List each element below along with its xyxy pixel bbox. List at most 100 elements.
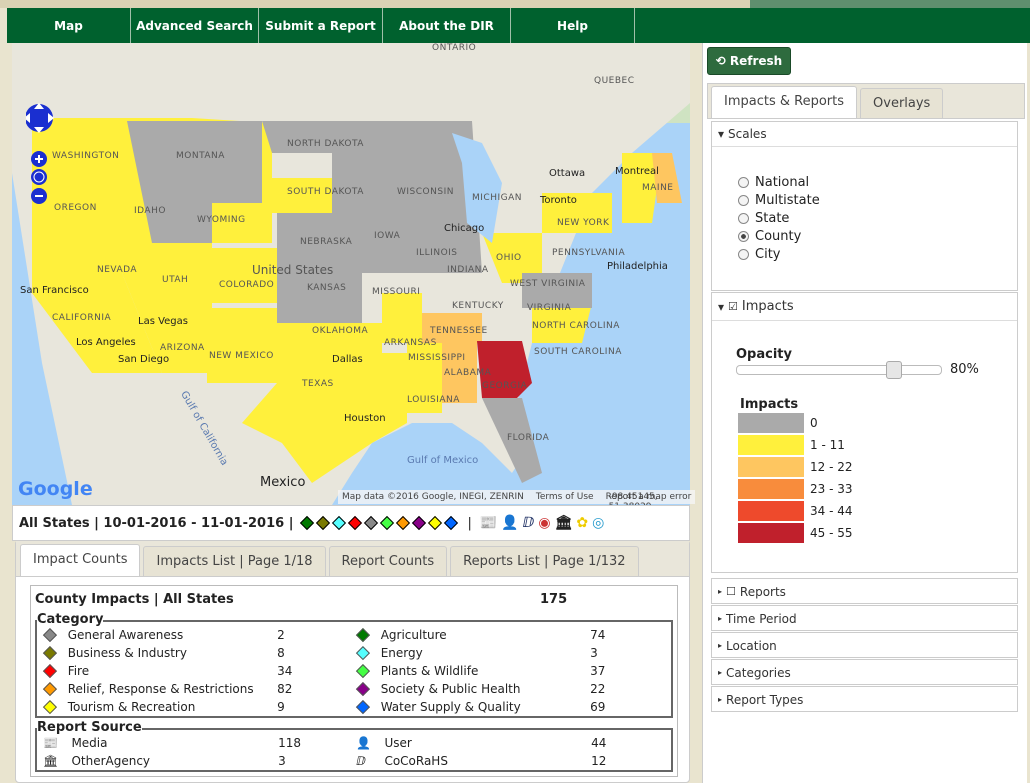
nws-icon[interactable]: ◉ xyxy=(538,515,550,531)
city-label: Mexico xyxy=(260,475,306,490)
category-row: Tourism & Recreation 9 Water Supply & Qual… xyxy=(41,698,667,716)
legend-title: Impacts xyxy=(740,397,799,412)
category-diamond-icon xyxy=(42,664,57,678)
nav-advanced-search[interactable]: Advanced Search xyxy=(131,8,259,43)
section-location[interactable]: ▸ Location xyxy=(711,632,1018,658)
radio-icon[interactable] xyxy=(738,176,749,188)
state-label: WYOMING xyxy=(197,215,246,225)
city-label: United States xyxy=(252,263,334,277)
globe-icon[interactable] xyxy=(31,169,47,185)
source-count: 3 xyxy=(278,754,286,768)
section-time-period[interactable]: ▸ Time Period xyxy=(711,605,1018,631)
category-diamond-icon[interactable] xyxy=(396,515,411,531)
scale-option-county[interactable]: County xyxy=(738,227,1017,245)
state-label: UTAH xyxy=(162,275,189,285)
city-label: San Francisco xyxy=(20,285,89,296)
radio-icon[interactable] xyxy=(738,194,749,206)
opacity-slider-handle[interactable] xyxy=(885,360,902,379)
legend-label: 0 xyxy=(810,416,818,430)
zoom-in-button[interactable] xyxy=(31,151,47,167)
scale-option-multistate[interactable]: Multistate xyxy=(738,191,1017,209)
city-label: Montreal xyxy=(615,166,659,177)
cocorahs-icon[interactable]: ⅅ xyxy=(523,515,535,531)
scale-option-national[interactable]: National xyxy=(738,173,1017,191)
scales-header[interactable]: ▾ Scales xyxy=(712,122,1017,147)
nav-submit-report[interactable]: Submit a Report xyxy=(259,8,383,43)
caret-down-icon: ▾ xyxy=(718,299,725,314)
nav-help[interactable]: Help xyxy=(511,8,635,43)
category-diamond-icon xyxy=(355,682,370,696)
opacity-value: 80% xyxy=(950,362,979,377)
nav-map[interactable]: Map xyxy=(7,8,131,43)
category-diamond-icon[interactable] xyxy=(332,515,347,531)
source-legend: Report Source xyxy=(37,720,142,735)
category-diamond-icon xyxy=(355,664,370,678)
google-logo: Google xyxy=(18,478,93,500)
section-categories[interactable]: ▸ Categories xyxy=(711,659,1018,685)
media-icon[interactable]: 📰 xyxy=(480,515,497,531)
category-diamond-icon xyxy=(355,700,370,714)
zoom-out-button[interactable] xyxy=(31,188,47,204)
category-diamond-icon[interactable] xyxy=(380,515,395,531)
reports-checkbox[interactable]: ☐ xyxy=(726,585,736,598)
nav-about[interactable]: About the DIR xyxy=(383,8,511,43)
category-diamond-icon xyxy=(355,628,370,642)
state-label: KANSAS xyxy=(307,283,347,293)
map[interactable]: WASHINGTON MONTANA NORTH DAKOTA OREGON I… xyxy=(12,43,690,505)
flower-icon[interactable]: ✿ xyxy=(576,515,588,531)
impacts-legend: 0 1 - 11 12 - 22 23 - 33 34 - 44 45 - 55 xyxy=(712,412,1017,544)
category-diamond-icon[interactable] xyxy=(316,515,331,531)
state-label: ARKANSAS xyxy=(384,338,437,348)
other-agency-icon[interactable]: 🏛 xyxy=(555,515,573,531)
pan-control[interactable] xyxy=(24,103,54,133)
state-label: ALABAMA xyxy=(444,368,492,378)
radio-icon[interactable] xyxy=(738,212,749,224)
disc-icon[interactable]: ◎ xyxy=(592,515,604,531)
category-name: Energy xyxy=(380,646,423,660)
scales-title: Scales xyxy=(728,127,767,141)
impact-tabs: Impact Counts Impacts List | Page 1/18 R… xyxy=(15,540,690,783)
tab-impacts-reports[interactable]: Impacts & Reports xyxy=(711,86,858,118)
state-label: IDAHO xyxy=(134,206,166,216)
scale-option-state[interactable]: State xyxy=(738,209,1017,227)
tab-report-counts[interactable]: Report Counts xyxy=(328,546,448,576)
source-group: Report Source 📰 Media 118 👤 User 44 🏛 OtherAgen… xyxy=(35,720,673,772)
top-strip xyxy=(0,0,1030,8)
state-label: OHIO xyxy=(496,253,522,263)
section-title: Report Types xyxy=(726,692,804,707)
category-diamond-icon[interactable] xyxy=(444,515,459,531)
opacity-slider[interactable] xyxy=(736,360,942,379)
radio-icon[interactable] xyxy=(738,230,749,242)
category-diamond-icon[interactable] xyxy=(348,515,363,531)
report-error-area: Report a map error -98.45145, 51.38029 xyxy=(606,492,692,512)
user-icon[interactable]: 👤 xyxy=(501,515,518,531)
state-label: NORTH DAKOTA xyxy=(287,139,364,149)
legend-swatch xyxy=(738,457,804,477)
refresh-button[interactable]: ⟲ Refresh xyxy=(707,47,791,75)
impacts-checkbox[interactable]: ☑ xyxy=(728,300,738,313)
category-diamond-icon[interactable] xyxy=(428,515,443,531)
category-diamond-icon[interactable] xyxy=(412,515,427,531)
scale-option-city[interactable]: City xyxy=(738,245,1017,263)
tab-impacts-list[interactable]: Impacts List | Page 1/18 xyxy=(143,546,326,576)
section-reports[interactable]: ▸ ☐ Reports xyxy=(711,578,1018,604)
section-report-types[interactable]: ▸ Report Types xyxy=(711,686,1018,712)
state-label: NORTH CAROLINA xyxy=(532,321,620,331)
category-diamond-icon[interactable] xyxy=(300,515,315,531)
state-label: NEW YORK xyxy=(557,218,610,228)
category-diamond-icon[interactable] xyxy=(364,515,379,531)
tab-impact-counts[interactable]: Impact Counts xyxy=(20,544,141,576)
terms-link[interactable]: Terms of Use xyxy=(536,492,594,502)
legend-swatch xyxy=(738,435,804,455)
impacts-header[interactable]: ▾ ☑ Impacts xyxy=(712,293,1017,321)
legend-label: 34 - 44 xyxy=(810,504,853,518)
caret-right-icon: ▸ xyxy=(718,614,723,623)
caret-right-icon: ▸ xyxy=(718,695,723,704)
main-nav: Map Advanced Search Submit a Report Abou… xyxy=(7,8,1030,43)
source-count: 44 xyxy=(591,736,607,750)
radio-icon[interactable] xyxy=(738,248,749,260)
state-label: NEVADA xyxy=(97,265,138,275)
tab-reports-list[interactable]: Reports List | Page 1/132 xyxy=(450,546,639,576)
city-label: San Diego xyxy=(118,354,170,365)
tab-overlays[interactable]: Overlays xyxy=(860,88,944,118)
